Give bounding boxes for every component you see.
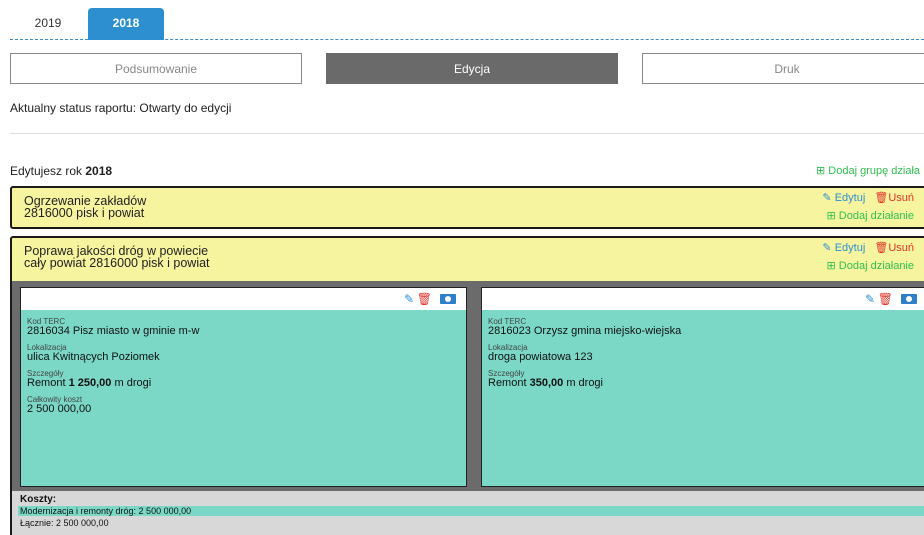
action-card: ✎ 🗑 Kod TERC 2816034 Pisz miasto w gmini… [20, 287, 467, 487]
delete-label: Usuń [888, 192, 914, 204]
add-group-button[interactable]: ⊞ Dodaj grupę działa [816, 164, 920, 177]
add-action-button[interactable]: ⊞ Dodaj działanie [827, 259, 915, 272]
edit-icon[interactable]: ✎ [865, 292, 875, 306]
cost-value: 2 500 000,00 [27, 403, 92, 415]
plus-square-icon: ⊞ [826, 260, 836, 272]
money-icon[interactable] [901, 294, 917, 304]
money-icon[interactable] [440, 294, 456, 304]
card-toolbar: ✎ 🗑 [482, 288, 924, 310]
trash-icon: 🗑 [874, 242, 889, 254]
details-value: Remont 1 250,00 m drogi [27, 378, 151, 389]
group-actions: ✎ Edytuj 🗑Usuń [822, 191, 914, 204]
plus-square-icon: ⊞ [826, 210, 836, 222]
group-subtitle: 2816000 pisk i powiat [24, 206, 145, 220]
edit-icon: ✎ [822, 192, 832, 204]
add-action-label: Dodaj działanie [838, 260, 914, 272]
location-value: ulica Kwitnących Poziomek [27, 351, 160, 363]
report-status: Aktualny status raportu: Otwarty do edyc… [10, 101, 232, 115]
terc-value: 2816034 Pisz miasto w gminie m-w [27, 325, 200, 337]
action-card: ✎ 🗑 Kod TERC 2816023 Orzysz gmina miejsk… [481, 287, 924, 487]
group-panel: Poprawa jakości dróg w powiecie cały pow… [10, 236, 924, 535]
editing-prefix: Edytujesz rok [10, 164, 83, 178]
edit-icon: ✎ [822, 242, 832, 254]
details-amount: 350,00 [529, 377, 564, 389]
year-tabs: 2019 2018 [10, 8, 924, 40]
actions-area: ✎ 🗑 Kod TERC 2816034 Pisz miasto w gmini… [12, 281, 924, 491]
group-delete-button[interactable]: 🗑Usuń [874, 242, 914, 254]
divider [10, 133, 924, 134]
trash-icon: 🗑 [874, 192, 889, 204]
group-edit-button[interactable]: ✎ Edytuj [822, 192, 865, 204]
print-button[interactable]: Druk [642, 53, 924, 84]
trash-icon[interactable]: 🗑 [417, 292, 432, 306]
edit-label: Edytuj [834, 192, 866, 204]
location-value: droga powiatowa 123 [488, 351, 593, 363]
tab-2018[interactable]: 2018 [88, 8, 164, 40]
editing-year-value: 2018 [85, 164, 113, 178]
edit-icon[interactable]: ✎ [404, 292, 414, 306]
group-panel: Ogrzewanie zakładów 2816000 pisk i powia… [10, 186, 924, 229]
add-action-label: Dodaj działanie [838, 210, 914, 222]
details-suffix: m drogi [566, 377, 603, 389]
trash-icon[interactable]: 🗑 [878, 292, 893, 306]
delete-label: Usuń [888, 242, 914, 254]
edit-view-button[interactable]: Edycja [326, 53, 618, 84]
costs-title: Koszty: [20, 494, 57, 505]
add-action-button[interactable]: ⊞ Dodaj działanie [827, 209, 915, 222]
edit-label: Edytuj [834, 242, 866, 254]
group-delete-button[interactable]: 🗑Usuń [874, 192, 914, 204]
details-value: Remont 350,00 m drogi [488, 378, 603, 389]
editing-year-label: Edytujesz rok 2018 [10, 164, 112, 178]
plus-square-icon: ⊞ [816, 165, 826, 177]
group-actions: ✎ Edytuj 🗑Usuń [822, 241, 914, 254]
details-amount: 1 250,00 [68, 377, 112, 389]
details-prefix: Remont [488, 377, 527, 389]
group-subtitle: cały powiat 2816000 pisk i powiat [24, 256, 210, 270]
terc-value: 2816023 Orzysz gmina miejsko-wiejska [488, 325, 682, 337]
costs-total: Łącznie: 2 500 000,00 [20, 518, 109, 528]
card-toolbar: ✎ 🗑 [21, 288, 466, 310]
details-suffix: m drogi [114, 377, 152, 389]
summary-button[interactable]: Podsumowanie [10, 53, 302, 84]
tab-2019[interactable]: 2019 [10, 8, 86, 40]
add-group-label: Dodaj grupę działa [828, 165, 921, 177]
details-prefix: Remont [27, 377, 66, 389]
group-edit-button[interactable]: ✎ Edytuj [822, 242, 865, 254]
costs-summary: Koszty: Modernizacja i remonty dróg: 2 5… [12, 491, 924, 535]
costs-item: Modernizacja i remonty dróg: 2 500 000,0… [18, 506, 924, 516]
